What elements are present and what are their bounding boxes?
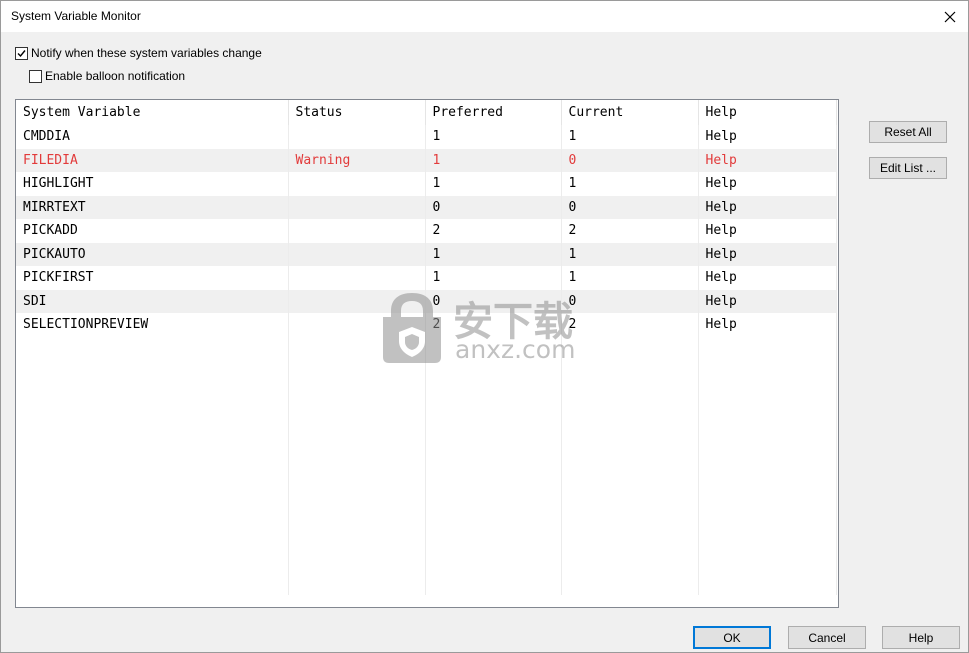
edit-list-button[interactable]: Edit List ... (869, 157, 947, 179)
notify-checkbox[interactable] (15, 46, 28, 60)
cell-help-link[interactable]: Help (698, 148, 837, 172)
cell-variable: PICKADD (16, 219, 289, 243)
cell-variable: HIGHLIGHT (16, 172, 289, 196)
cell-variable: MIRRTEXT (16, 195, 289, 219)
checkmark-icon (17, 49, 26, 57)
empty-row (16, 548, 837, 572)
table-row[interactable]: CMDDIA 1 1 Help (16, 125, 837, 149)
cell-status (288, 242, 426, 266)
cell-variable: PICKFIRST (16, 266, 289, 290)
cell-preferred: 0 (425, 289, 562, 313)
reset-all-button[interactable]: Reset All (869, 121, 947, 143)
table-row[interactable]: SDI 0 0 Help (16, 289, 837, 313)
cell-help-link[interactable]: Help (698, 172, 837, 196)
cell-status (288, 219, 426, 243)
cell-help-link[interactable]: Help (698, 289, 837, 313)
column-header-preferred[interactable]: Preferred (425, 100, 562, 125)
table-row[interactable]: SELECTIONPREVIEW 2 2 Help (16, 313, 837, 337)
help-button[interactable]: Help (882, 626, 960, 649)
cell-preferred: 1 (425, 148, 562, 172)
cell-status: Warning (288, 148, 426, 172)
notify-option[interactable]: Notify when these system variables chang… (15, 46, 262, 60)
column-header-variable[interactable]: System Variable (16, 100, 289, 125)
title-bar: System Variable Monitor (1, 1, 968, 32)
cell-preferred: 2 (425, 313, 562, 337)
balloon-checkbox[interactable] (29, 69, 42, 83)
column-header-status[interactable]: Status (288, 100, 426, 125)
empty-row (16, 454, 837, 478)
cell-current: 1 (561, 242, 699, 266)
table-row[interactable]: HIGHLIGHT 1 1 Help (16, 172, 837, 196)
column-header-help[interactable]: Help (698, 100, 837, 125)
table-row[interactable]: PICKAUTO 1 1 Help (16, 242, 837, 266)
cell-preferred: 1 (425, 172, 562, 196)
cell-help-link[interactable]: Help (698, 242, 837, 266)
system-variable-list[interactable]: System Variable Status Preferred Current… (15, 99, 839, 608)
cell-status (288, 195, 426, 219)
cell-status (288, 125, 426, 149)
table-header: System Variable Status Preferred Current… (16, 100, 837, 125)
cell-variable: PICKAUTO (16, 242, 289, 266)
ok-button[interactable]: OK (693, 626, 771, 649)
cell-help-link[interactable]: Help (698, 219, 837, 243)
window-title: System Variable Monitor (11, 9, 141, 23)
cell-current: 1 (561, 172, 699, 196)
cell-variable: FILEDIA (16, 148, 289, 172)
cell-current: 2 (561, 313, 699, 337)
cell-current: 1 (561, 125, 699, 149)
table-row[interactable]: MIRRTEXT 0 0 Help (16, 195, 837, 219)
cell-current: 0 (561, 195, 699, 219)
cell-preferred: 1 (425, 266, 562, 290)
cell-preferred: 2 (425, 219, 562, 243)
system-variable-monitor-dialog: System Variable Monitor Notify when thes… (0, 0, 969, 653)
empty-row (16, 336, 837, 360)
empty-row (16, 383, 837, 407)
close-icon (944, 11, 956, 22)
column-header-current[interactable]: Current (561, 100, 699, 125)
cell-status (288, 289, 426, 313)
empty-row (16, 407, 837, 431)
balloon-label: Enable balloon notification (45, 69, 186, 83)
cell-current: 0 (561, 289, 699, 313)
cell-current: 2 (561, 219, 699, 243)
notify-label: Notify when these system variables chang… (31, 46, 262, 60)
table-row[interactable]: PICKFIRST 1 1 Help (16, 266, 837, 290)
empty-row (16, 477, 837, 501)
cell-variable: SELECTIONPREVIEW (16, 313, 289, 337)
cell-preferred: 1 (425, 125, 562, 149)
cell-preferred: 0 (425, 195, 562, 219)
table-row[interactable]: FILEDIA Warning 1 0 Help (16, 148, 837, 172)
variable-table: System Variable Status Preferred Current… (16, 100, 837, 595)
cell-current: 0 (561, 148, 699, 172)
empty-row (16, 571, 837, 595)
cell-variable: SDI (16, 289, 289, 313)
cell-help-link[interactable]: Help (698, 125, 837, 149)
cell-preferred: 1 (425, 242, 562, 266)
table-row[interactable]: PICKADD 2 2 Help (16, 219, 837, 243)
cell-status (288, 266, 426, 290)
cell-status (288, 172, 426, 196)
cell-help-link[interactable]: Help (698, 313, 837, 337)
cancel-button[interactable]: Cancel (788, 626, 866, 649)
empty-row (16, 360, 837, 384)
cell-variable: CMDDIA (16, 125, 289, 149)
empty-row (16, 430, 837, 454)
empty-row (16, 501, 837, 525)
empty-row (16, 524, 837, 548)
close-button[interactable] (932, 1, 968, 32)
cell-help-link[interactable]: Help (698, 266, 837, 290)
cell-help-link[interactable]: Help (698, 195, 837, 219)
cell-current: 1 (561, 266, 699, 290)
balloon-option[interactable]: Enable balloon notification (29, 69, 185, 83)
cell-status (288, 313, 426, 337)
